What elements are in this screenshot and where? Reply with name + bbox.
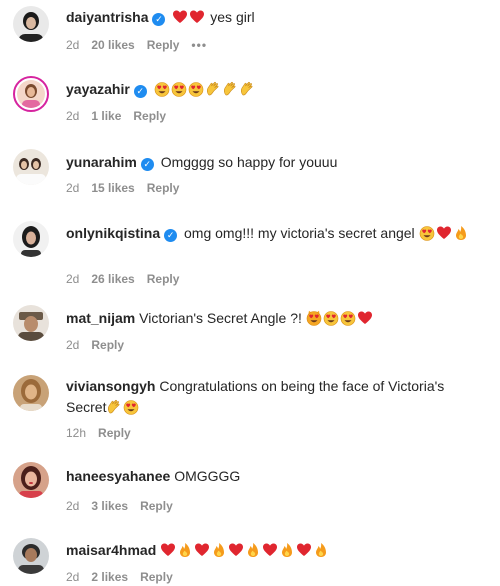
timestamp: 2d	[66, 570, 80, 584]
heart-emoji-icon	[357, 311, 372, 324]
likes-count[interactable]: 3 likes	[91, 499, 128, 513]
emoji-list	[172, 9, 206, 25]
heart-eyes-emoji-icon	[323, 311, 339, 326]
likes-count[interactable]: 15 likes	[91, 181, 134, 195]
likes-count[interactable]: 26 likes	[91, 272, 134, 286]
more-options-button[interactable]: •••	[191, 38, 207, 52]
comment-text: OMGGGG	[174, 468, 241, 484]
username[interactable]: mat_nijam	[66, 310, 135, 326]
avatar[interactable]	[13, 538, 49, 574]
username[interactable]: haneesyahanee	[66, 468, 170, 484]
verified-badge-icon: ✓	[133, 85, 147, 98]
heart-emoji-icon	[190, 10, 205, 23]
comment-text: omg omg!!! my victoria's secret angel	[184, 225, 415, 241]
heart-eyes-emoji-icon	[171, 82, 187, 97]
clap-emoji-icon	[240, 81, 253, 96]
heart-eyes-emoji-icon	[419, 226, 434, 241]
reply-button[interactable]: Reply	[98, 426, 131, 440]
heart-eyes-emoji-icon	[154, 82, 170, 97]
comment-text: Victorian's Secret Angle ?!	[139, 310, 302, 326]
comment-meta: 2d 1 like Reply	[66, 109, 178, 123]
username[interactable]: yunarahim	[66, 154, 137, 170]
heart-emoji-icon	[297, 543, 312, 556]
verified-badge-icon: ✓	[140, 158, 154, 171]
comment-meta: 2d Reply	[66, 338, 136, 352]
comment-meta: 2d 20 likes Reply •••	[66, 38, 219, 52]
emoji-list	[154, 81, 256, 97]
heart-eyes-emoji-icon	[124, 400, 139, 415]
comment-body: daiyantrisha ✓ yes girl	[66, 7, 486, 28]
timestamp: 2d	[66, 499, 80, 513]
comment-body: mat_nijam Victorian's Secret Angle ?!	[66, 308, 486, 329]
timestamp: 2d	[66, 338, 80, 352]
comment-meta: 12h Reply	[66, 426, 143, 440]
comment-meta: 2d 3 likes Reply	[66, 499, 185, 513]
avatar[interactable]	[13, 221, 49, 257]
reply-button[interactable]: Reply	[147, 181, 180, 195]
comment-body: maisar4hmad	[66, 540, 486, 561]
clap-emoji-icon	[223, 81, 236, 96]
timestamp: 2d	[66, 272, 80, 286]
fire-emoji-icon	[316, 543, 327, 557]
timestamp: 2d	[66, 181, 80, 195]
username[interactable]: viviansongyh	[66, 378, 155, 394]
comment-text: yes girl	[210, 9, 255, 25]
comment-meta: 2d 15 likes Reply	[66, 181, 191, 195]
comment-meta: 2d 2 likes Reply	[66, 570, 185, 584]
reply-button[interactable]: Reply	[147, 38, 180, 52]
heart-eyes-emoji-icon	[340, 311, 356, 326]
timestamp: 2d	[66, 38, 80, 52]
avatar[interactable]	[13, 462, 49, 498]
fire-emoji-icon	[214, 543, 225, 557]
comment-body: haneesyahanee OMGGGG	[66, 466, 486, 487]
heart-emoji-icon	[436, 226, 451, 239]
reply-button[interactable]: Reply	[147, 272, 180, 286]
fire-emoji-icon	[282, 543, 293, 557]
emoji-list	[419, 225, 470, 241]
heart-emoji-icon	[229, 543, 244, 556]
fire-emoji-icon	[455, 226, 466, 240]
avatar[interactable]	[13, 305, 49, 341]
clap-emoji-icon	[108, 399, 120, 414]
heart-emoji-icon	[161, 543, 176, 556]
avatar[interactable]	[13, 375, 49, 411]
likes-count[interactable]: 20 likes	[91, 38, 134, 52]
fire-emoji-icon	[180, 543, 191, 557]
timestamp: 2d	[66, 109, 80, 123]
emoji-list	[106, 399, 140, 415]
verified-badge-icon: ✓	[164, 229, 178, 242]
username[interactable]: yayazahir	[66, 81, 130, 97]
heart-emoji-icon	[263, 543, 278, 556]
heart-emoji-icon	[195, 543, 210, 556]
comment-body: yunarahim ✓ Omgggg so happy for youuu	[66, 152, 486, 173]
reply-button[interactable]: Reply	[91, 338, 124, 352]
comment-body: yayazahir ✓	[66, 79, 486, 100]
username[interactable]: daiyantrisha	[66, 9, 148, 25]
emoji-list	[160, 542, 330, 558]
clap-emoji-icon	[206, 81, 219, 96]
avatar[interactable]	[13, 76, 49, 112]
fire-emoji-icon	[248, 543, 259, 557]
likes-count[interactable]: 1 like	[91, 109, 121, 123]
timestamp: 12h	[66, 426, 87, 440]
heart-eyes-emoji-icon	[188, 82, 204, 97]
reply-button[interactable]: Reply	[140, 499, 173, 513]
verified-badge-icon: ✓	[152, 13, 166, 26]
likes-count[interactable]: 2 likes	[91, 570, 128, 584]
username[interactable]: onlynikqistina	[66, 225, 160, 241]
heart-eyes-cat-emoji-icon	[306, 310, 322, 326]
reply-button[interactable]: Reply	[140, 570, 173, 584]
reply-button[interactable]: Reply	[133, 109, 166, 123]
username[interactable]: maisar4hmad	[66, 542, 156, 558]
comment-body: onlynikqistina ✓ omg omg!!! my victoria's…	[66, 223, 486, 244]
comment-body: viviansongyh Congratulations on being th…	[66, 376, 486, 418]
avatar[interactable]	[13, 6, 49, 42]
comment-meta: 2d 26 likes Reply	[66, 272, 191, 286]
emoji-list	[306, 310, 374, 326]
comment-text: Omgggg so happy for youuu	[160, 154, 338, 170]
heart-emoji-icon	[173, 10, 188, 23]
avatar[interactable]	[13, 149, 49, 185]
